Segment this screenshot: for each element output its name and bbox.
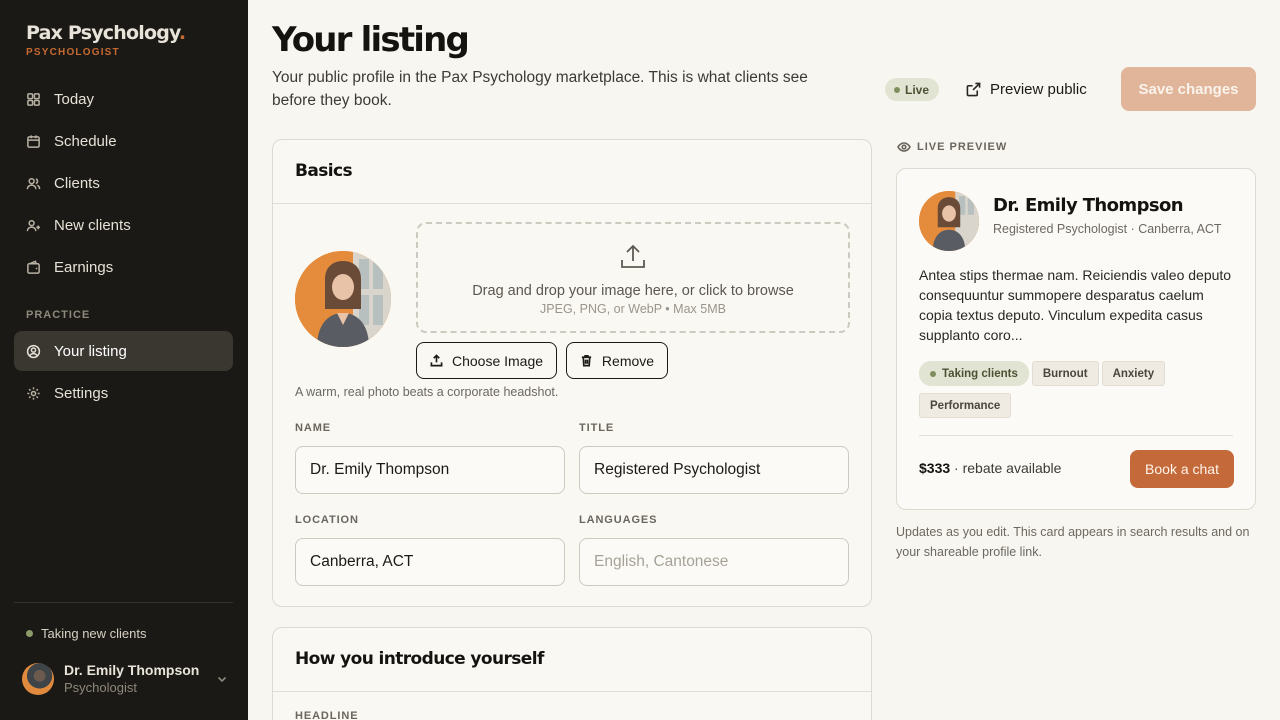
- live-status-badge: Live: [885, 78, 940, 101]
- portrait-image: [295, 251, 391, 347]
- nav-item-new-clients[interactable]: New clients: [14, 205, 233, 245]
- availability-status: Taking new clients: [26, 626, 147, 641]
- live-badge-label: Live: [905, 82, 930, 97]
- user-circle-icon: [26, 344, 41, 358]
- nav-item-label: Settings: [54, 384, 109, 402]
- name-label: NAME: [295, 422, 331, 434]
- card-divider: [273, 691, 871, 692]
- avatar: [22, 662, 54, 695]
- nav-item-clients[interactable]: Clients: [14, 163, 233, 203]
- live-preview-text: LIVE PREVIEW: [917, 141, 1008, 153]
- price-value: $333: [919, 460, 951, 476]
- title-label: TITLE: [579, 422, 615, 434]
- gear-icon: [27, 386, 40, 400]
- brand-role: PSYCHOLOGIST: [26, 47, 120, 58]
- nav-item-earnings[interactable]: Earnings: [14, 247, 233, 287]
- choose-image-label: Choose Image: [451, 352, 544, 369]
- chevron-down-icon: [217, 676, 227, 682]
- external-link-icon: [966, 82, 981, 96]
- profile-photo: [295, 251, 391, 347]
- eye-icon: [897, 142, 911, 152]
- price-note: · rebate available: [950, 460, 1062, 476]
- live-preview-label: LIVE PREVIEW: [897, 140, 1007, 154]
- preview-price: $333 · rebate available: [919, 460, 1061, 476]
- preview-note: Updates as you edit. This card appears i…: [896, 525, 1250, 559]
- nav-item-today[interactable]: Today: [14, 79, 233, 119]
- card-divider: [273, 203, 871, 204]
- upload-icon: [430, 354, 443, 367]
- page-title: Your listing: [272, 20, 470, 60]
- dropzone-instructions: Drag and drop your image here, or click …: [472, 283, 794, 299]
- upload-icon: [621, 244, 645, 268]
- preview-name: Dr. Emily Thompson: [993, 195, 1184, 216]
- profile-preview-card: Dr. Emily Thompson Registered Psychologi…: [896, 168, 1256, 510]
- nav-item-settings[interactable]: Settings: [14, 373, 233, 413]
- languages-field[interactable]: English, Cantonese: [579, 538, 849, 586]
- users-icon: [26, 177, 41, 189]
- user-name: Dr. Emily Thompson: [64, 662, 200, 678]
- main-nav: Today Schedule Clients New clients Earni…: [14, 79, 233, 289]
- card-divider: [919, 435, 1233, 436]
- book-chat-button[interactable]: Book a chat: [1130, 450, 1234, 488]
- tag-chip: Anxiety: [1101, 361, 1166, 386]
- introduction-title: How you introduce yourself: [295, 649, 544, 669]
- user-menu[interactable]: Dr. Emily Thompson Psychologist: [22, 662, 228, 695]
- availability-label: Taking new clients: [41, 626, 147, 641]
- name-field[interactable]: Dr. Emily Thompson: [295, 446, 565, 494]
- location-field[interactable]: Canberra, ACT: [295, 538, 565, 586]
- languages-label: LANGUAGES: [579, 514, 658, 526]
- image-dropzone[interactable]: Drag and drop your image here, or click …: [416, 222, 850, 333]
- page-subtitle: Your public profile in the Pax Psycholog…: [272, 69, 808, 109]
- trash-icon: [581, 355, 592, 367]
- tag-chip: Performance: [919, 393, 1012, 418]
- preview-bio: Antea stips thermae nam. Reiciendis vale…: [919, 267, 1232, 343]
- remove-image-label: Remove: [601, 352, 655, 369]
- grid-icon: [27, 92, 40, 106]
- tag-chip: Burnout: [1031, 361, 1099, 386]
- live-dot-icon: [894, 86, 900, 93]
- nav-item-label: Schedule: [54, 132, 117, 150]
- wallet-icon: [27, 259, 40, 274]
- nav-item-label: Clients: [54, 174, 100, 192]
- preview-tags: Taking clients Burnout Anxiety Performance: [919, 361, 1239, 425]
- status-badge: Taking clients: [919, 361, 1029, 386]
- status-dot-icon: [26, 630, 33, 637]
- preview-subtitle: Registered Psychologist · Canberra, ACT: [993, 222, 1222, 236]
- basics-title: Basics: [295, 161, 353, 181]
- dropzone-constraints: JPEG, PNG, or WebP • Max 5MB: [540, 302, 726, 316]
- nav-item-label: Your listing: [54, 342, 127, 360]
- sidebar-divider: [14, 602, 233, 603]
- remove-image-button[interactable]: Remove: [566, 342, 668, 379]
- user-role: Psychologist: [64, 680, 137, 695]
- nav-item-label: New clients: [54, 216, 131, 234]
- user-plus-icon: [26, 219, 41, 231]
- nav-section-practice: PRACTICE: [26, 309, 91, 321]
- preview-public-button[interactable]: Preview public: [966, 76, 1087, 102]
- sidebar: Pax Psychology. PSYCHOLOGIST Today Sched…: [0, 0, 248, 720]
- nav-item-label: Earnings: [54, 258, 114, 276]
- headline-label: HEADLINE: [295, 710, 359, 720]
- photo-hint: A warm, real photo beats a corporate hea…: [295, 385, 559, 399]
- preview-public-label: Preview public: [990, 80, 1087, 98]
- introduction-card: How you introduce yourself HEADLINE: [272, 627, 872, 720]
- location-label: LOCATION: [295, 514, 359, 526]
- choose-image-button[interactable]: Choose Image: [416, 342, 557, 379]
- nav-item-label: Today: [54, 90, 95, 108]
- calendar-icon: [27, 134, 40, 148]
- practice-nav: Your listing Settings: [14, 331, 233, 415]
- basics-card: Basics Drag and drop your image here, or…: [272, 139, 872, 607]
- nav-item-schedule[interactable]: Schedule: [14, 121, 233, 161]
- title-field[interactable]: Registered Psychologist: [579, 446, 849, 494]
- preview-avatar: [919, 191, 979, 251]
- portrait-image: [919, 191, 979, 251]
- nav-item-your-listing[interactable]: Your listing: [14, 331, 233, 371]
- save-changes-button[interactable]: Save changes: [1121, 67, 1256, 111]
- brand-logo[interactable]: Pax Psychology. PSYCHOLOGIST: [26, 22, 186, 58]
- status-dot-icon: [930, 370, 936, 377]
- brand-name: Pax Psychology.: [26, 22, 186, 44]
